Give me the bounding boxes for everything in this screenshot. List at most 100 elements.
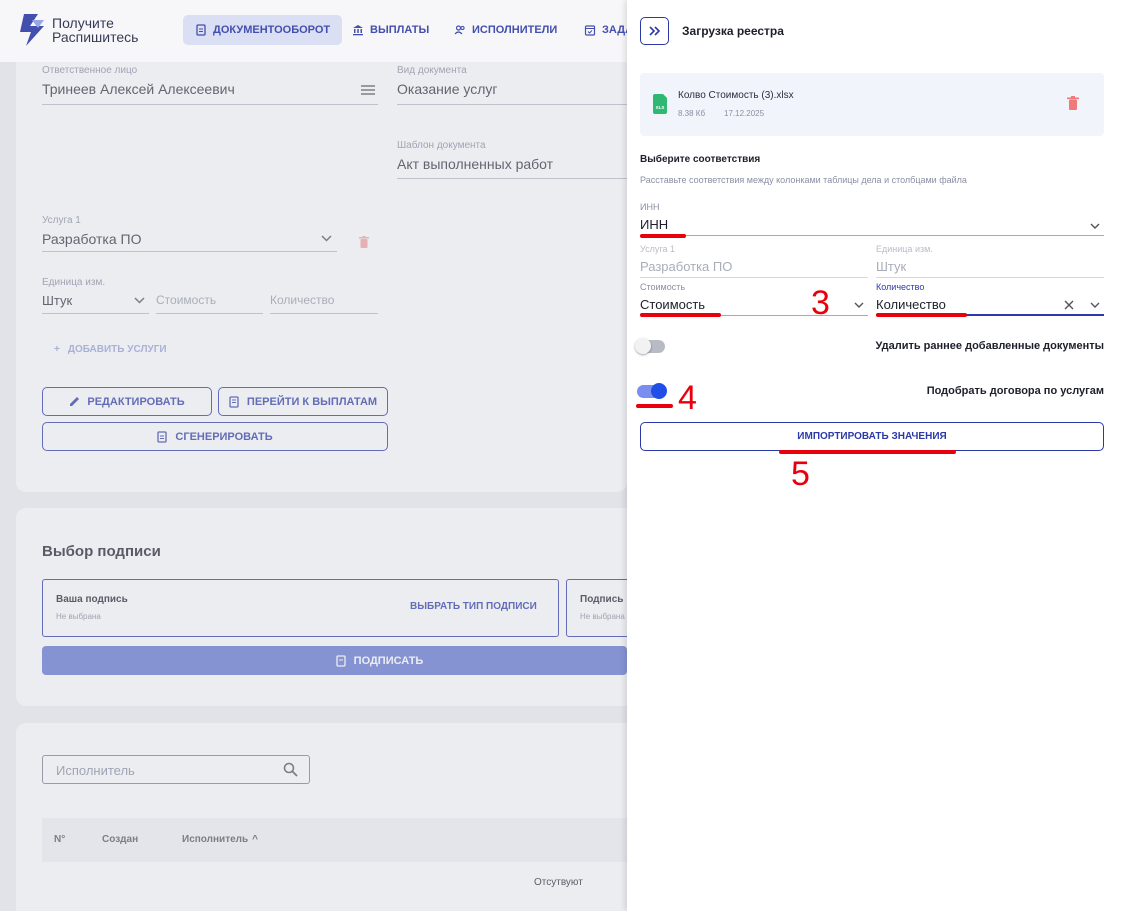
signature-card: Выбор подписи Ваша подпись Не выбрана ВЫ… [16, 508, 646, 706]
annotation-underline [876, 313, 967, 317]
import-values-button[interactable]: ИМПОРТИРОВАТЬ ЗНАЧЕНИЯ [640, 422, 1104, 451]
table-header: N° Создан Исполнитель ^ [42, 818, 627, 862]
unit-label: Единица изм. [42, 277, 106, 288]
brand-name: Получите Распишитесь [52, 15, 139, 45]
unit-value[interactable]: Штук [42, 293, 72, 308]
document-sign-icon [336, 654, 346, 667]
match-contracts-toggle[interactable] [637, 383, 667, 399]
plus-icon: + [54, 344, 60, 355]
double-chevron-right-icon [648, 26, 660, 36]
service-label: Услуга 1 [42, 215, 81, 226]
mapping-heading: Выберите соответствия [640, 154, 761, 165]
unit-label: Единица изм. [876, 244, 933, 254]
responsible-underline [42, 104, 378, 105]
file-size: 8.38 Кб [678, 109, 706, 118]
nav-payments[interactable]: ВЫПЛАТЫ [340, 15, 441, 45]
executors-list-card: Исполнитель N° Создан Исполнитель ^ Отсу… [16, 723, 627, 911]
unit-field: Штук [876, 259, 907, 274]
your-signature-box[interactable]: Ваша подпись Не выбрана ВЫБРАТЬ ТИП ПОДП… [42, 579, 559, 637]
registry-upload-drawer: Загрузка реестра XLS Колво Стоимость (3)… [627, 0, 1127, 911]
template-value[interactable]: Акт выполненных работ [397, 156, 553, 172]
qty-underline [270, 313, 378, 314]
add-service-button[interactable]: + ДОБАВИТЬ УСЛУГИ [54, 344, 167, 355]
drawer-title: Загрузка реестра [682, 24, 784, 38]
toggle-knob [651, 383, 667, 399]
svg-text:XLS: XLS [656, 105, 665, 110]
col-created[interactable]: Создан [102, 834, 138, 845]
file-name: Колво Стоимость (3).xlsx [678, 90, 794, 101]
other-signature-label: Подпись [580, 594, 624, 605]
unit-underline [876, 277, 1104, 278]
menu-icon[interactable] [361, 84, 375, 96]
nav-document-flow[interactable]: ДОКУМЕНТООБОРОТ [183, 15, 343, 45]
match-contracts-label: Подобрать договора по услугам [926, 385, 1104, 397]
file-date: 17.12.2025 [724, 109, 765, 118]
users-icon [454, 25, 465, 35]
service-value[interactable]: Разработка ПО [42, 231, 141, 247]
delete-previous-docs-label: Удалить раннее добавленные документы [875, 340, 1104, 352]
calendar-icon [584, 25, 596, 36]
chevron-down-icon[interactable] [134, 297, 145, 304]
template-label: Шаблон документа [397, 140, 486, 151]
template-underline [397, 178, 627, 179]
chevron-down-icon[interactable] [1090, 221, 1100, 231]
your-signature-label: Ваша подпись [56, 594, 128, 605]
uploaded-file-card: XLS Колво Стоимость (3).xlsx 8.38 Кб 17.… [640, 73, 1104, 136]
search-icon[interactable] [283, 762, 298, 777]
chevron-down-icon[interactable] [854, 300, 864, 310]
inn-label: ИНН [640, 202, 660, 212]
choose-signature-type-button[interactable]: ВЫБРАТЬ ТИП ПОДПИСИ [410, 601, 537, 612]
toggle-knob [635, 338, 651, 354]
xls-file-icon: XLS [653, 94, 667, 114]
annotation-number: 5 [791, 455, 810, 493]
inn-underline [640, 235, 1104, 236]
cost-input[interactable]: Стоимость [156, 293, 216, 307]
document-icon [157, 430, 168, 443]
qty-select[interactable]: Количество [876, 297, 946, 312]
doc-type-value[interactable]: Оказание услуг [397, 81, 498, 97]
document-icon [196, 24, 206, 36]
go-to-payments-button[interactable]: ПЕРЕЙТИ К ВЫПЛАТАМ [218, 387, 388, 416]
col-executor[interactable]: Исполнитель ^ [182, 834, 258, 845]
cost-select[interactable]: Стоимость [640, 297, 705, 312]
cost-label: Стоимость [640, 282, 686, 292]
doc-type-label: Вид документа [397, 65, 467, 76]
edit-button[interactable]: РЕДАКТИРОВАТЬ [42, 387, 212, 416]
mapping-subheading: Расставьте соответствия между колонками … [640, 175, 967, 185]
signature-title: Выбор подписи [42, 543, 161, 560]
annotation-underline [779, 450, 956, 454]
qty-input[interactable]: Количество [270, 293, 334, 307]
nav-executors[interactable]: ИСПОЛНИТЕЛИ [442, 15, 569, 45]
sort-up-icon: ^ [252, 834, 258, 845]
annotation-underline [636, 404, 673, 408]
annotation-underline [640, 313, 721, 317]
inn-select[interactable]: ИНН [640, 217, 668, 232]
delete-file-icon[interactable] [1067, 96, 1079, 110]
annotation-number: 3 [811, 284, 830, 322]
sign-button[interactable]: ПОДПИСАТЬ [42, 646, 627, 675]
annotation-number: 4 [678, 379, 697, 417]
pencil-icon [70, 397, 80, 406]
executor-search-input[interactable]: Исполнитель [42, 755, 310, 784]
qty-label: Количество [876, 282, 925, 292]
clear-icon[interactable] [1064, 300, 1074, 310]
chevron-down-icon[interactable] [1090, 300, 1100, 310]
delete-previous-docs-toggle[interactable] [635, 338, 665, 354]
service-field: Разработка ПО [640, 259, 733, 274]
trash-icon[interactable] [359, 236, 369, 248]
generate-button[interactable]: СГЕНЕРИРОВАТЬ [42, 422, 388, 451]
empty-state-text: Отсутвуют [534, 877, 583, 888]
responsible-value[interactable]: Тринеев Алексей Алексеевич [42, 81, 235, 97]
service-underline [42, 251, 337, 252]
collapse-drawer-button[interactable] [640, 17, 669, 45]
col-number: N° [54, 834, 66, 845]
service-underline [640, 277, 868, 278]
other-signature-status: Не выбрана [580, 612, 625, 621]
document-form-card: Ответственное лицо Тринеев Алексей Алекс… [16, 62, 627, 492]
unit-underline [42, 313, 149, 314]
annotation-underline [640, 234, 686, 238]
your-signature-status: Не выбрана [56, 612, 101, 621]
brand-logo-icon [20, 14, 44, 46]
doc-type-underline [397, 104, 627, 105]
chevron-down-icon[interactable] [321, 235, 332, 242]
